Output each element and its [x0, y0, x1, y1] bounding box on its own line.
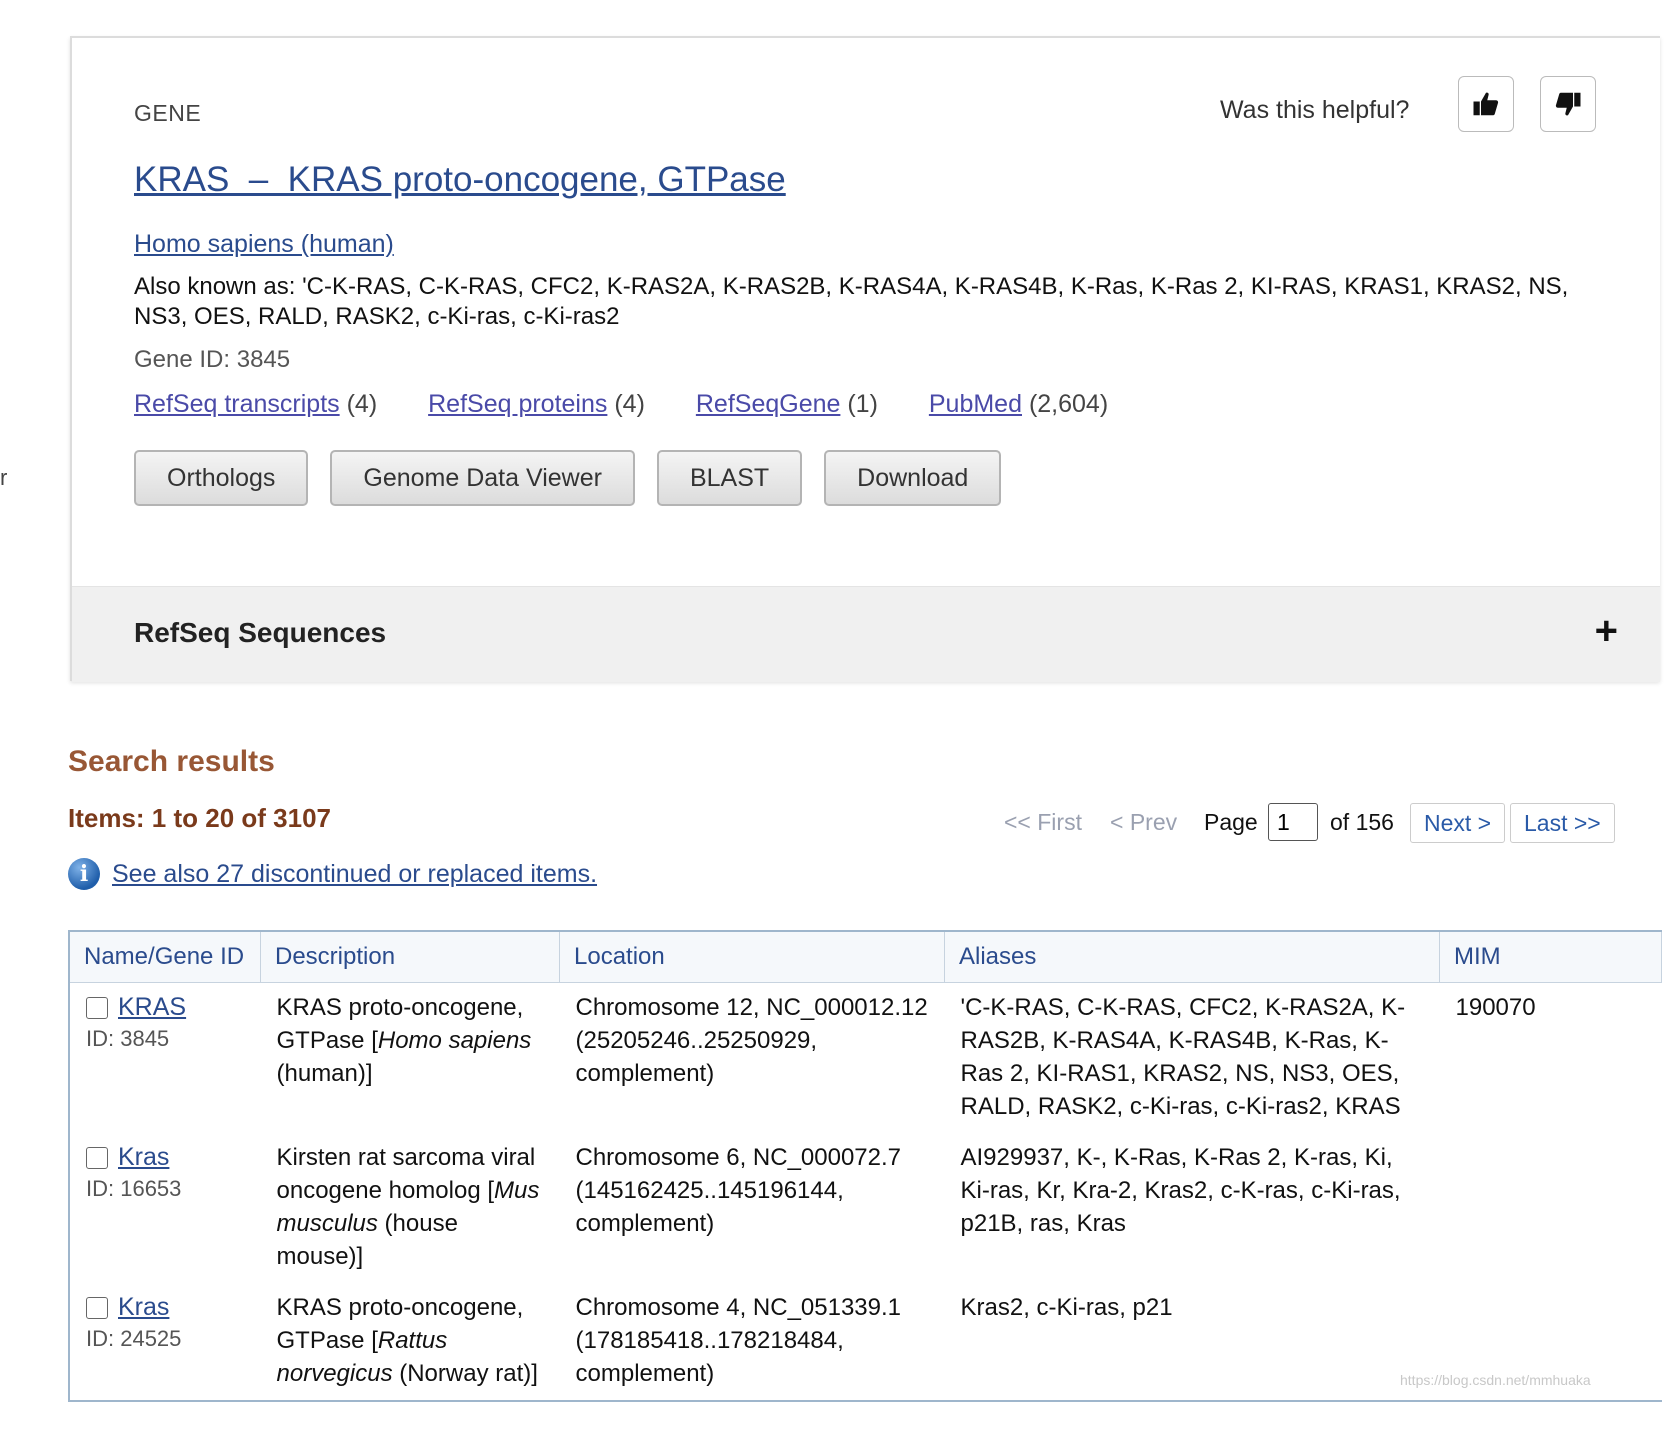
link-count: (1): [847, 390, 878, 418]
column-header-mim[interactable]: MIM: [1439, 931, 1662, 983]
name-cell: Kras ID: 24525: [69, 1283, 261, 1401]
location-cell: Chromosome 4, NC_051339.1 (178185418..17…: [575, 1294, 902, 1387]
next-page-button[interactable]: Next >: [1410, 803, 1506, 843]
refseq-sequences-section[interactable]: RefSeq Sequences +: [72, 586, 1660, 682]
row-checkbox[interactable]: [86, 1296, 108, 1319]
species-name: Homo sapiens: [377, 1027, 532, 1054]
common-name: (Norway rat)]: [392, 1360, 538, 1387]
refseq-transcripts-link[interactable]: RefSeq transcripts: [134, 390, 340, 418]
page-number-input[interactable]: [1268, 803, 1318, 841]
items-count: Items: 1 to 20 of 3107: [68, 803, 331, 833]
column-header-name[interactable]: Name/Gene ID: [69, 931, 261, 983]
discontinued-items-link[interactable]: See also 27 discontinued or replaced ite…: [112, 860, 597, 889]
see-also-notice: i See also 27 discontinued or replaced i…: [68, 858, 597, 890]
pubmed-item: PubMed (2,604): [929, 390, 1108, 419]
refseq-proteins-link[interactable]: RefSeq proteins: [428, 390, 607, 418]
gene-title-link[interactable]: KRAS – KRAS proto-oncogene, GTPase: [134, 160, 786, 200]
gene-label: GENE: [134, 100, 202, 126]
gene-action-buttons: Orthologs Genome Data Viewer BLAST Downl…: [134, 450, 1002, 506]
refseqgene-link[interactable]: RefSeqGene: [696, 390, 841, 418]
gene-id-text: ID: 24525: [86, 1326, 182, 1351]
refseqgene-item: RefSeqGene (1): [696, 390, 878, 419]
row-checkbox[interactable]: [86, 996, 108, 1019]
column-header-location[interactable]: Location: [559, 931, 945, 983]
description-cell: Kirsten rat sarcoma viral oncogene homol…: [261, 1133, 560, 1283]
genome-data-viewer-button[interactable]: Genome Data Viewer: [330, 450, 635, 506]
link-count: (2,604): [1028, 390, 1109, 418]
thumbs-up-button[interactable]: [1458, 76, 1514, 132]
helpful-prompt: Was this helpful?: [1220, 96, 1410, 124]
pubmed-link[interactable]: PubMed: [929, 390, 1022, 418]
gene-id-text: ID: 16653: [86, 1176, 182, 1201]
thumbs-down-icon: [1555, 92, 1581, 116]
name-line: Kras: [86, 1291, 245, 1324]
link-count: (4): [346, 390, 378, 418]
refseq-proteins-item: RefSeq proteins (4): [428, 390, 645, 419]
thumbs-up-icon: [1473, 92, 1499, 116]
watermark: https://blog.csdn.net/mmhuaka: [1400, 1372, 1591, 1388]
related-links: RefSeq transcripts (4) RefSeq proteins (…: [134, 390, 1152, 419]
row-checkbox[interactable]: [86, 1146, 108, 1169]
expand-plus-icon[interactable]: +: [1595, 611, 1618, 651]
page-label: Page: [1204, 809, 1258, 835]
common-name: (human)]: [276, 1060, 373, 1087]
refseq-sequences-title: RefSeq Sequences: [134, 617, 387, 648]
column-header-description[interactable]: Description: [260, 931, 560, 983]
edge-clipped-text: r: [0, 465, 8, 490]
location-cell: Chromosome 6, NC_000072.7 (145162425..14…: [575, 1144, 902, 1237]
prev-page-link[interactable]: < Prev: [1110, 809, 1177, 836]
aliases-cell: 'C-K-RAS, C-K-RAS, CFC2, K-RAS2A, K-RAS2…: [960, 994, 1406, 1120]
mim-cell: [1440, 1133, 1662, 1283]
location-cell: Chromosome 12, NC_000012.12 (25205246..2…: [575, 994, 928, 1087]
thumbs-down-button[interactable]: [1540, 76, 1596, 132]
page-total: of 156: [1330, 809, 1394, 835]
gene-summary-card: GENE Was this helpful? KRAS – KRAS proto…: [70, 36, 1660, 682]
name-line: Kras: [86, 1141, 245, 1174]
organism-link[interactable]: Homo sapiens (human): [134, 230, 394, 259]
last-page-button[interactable]: Last >>: [1510, 803, 1615, 843]
gene-id-text: ID: 3845: [86, 1026, 170, 1051]
gene-name-link[interactable]: Kras: [118, 1291, 169, 1324]
refseq-transcripts-item: RefSeq transcripts (4): [134, 390, 377, 419]
table-row: Kras ID: 16653 Kirsten rat sarcoma viral…: [69, 1133, 1662, 1283]
table-row: KRAS ID: 3845 KRAS proto-oncogene, GTPas…: [69, 983, 1662, 1134]
blast-button[interactable]: BLAST: [656, 450, 803, 506]
name-line: KRAS: [86, 991, 245, 1024]
aliases-cell: AI929937, K-, K-Ras, K-Ras 2, K-ras, Ki,…: [960, 1144, 1401, 1237]
gene-name-link[interactable]: Kras: [118, 1141, 169, 1174]
name-cell: Kras ID: 16653: [69, 1133, 261, 1283]
download-button[interactable]: Download: [824, 450, 1002, 506]
column-header-aliases[interactable]: Aliases: [944, 931, 1440, 983]
orthologs-button[interactable]: Orthologs: [134, 450, 309, 506]
table-header-row: Name/Gene ID Description Location Aliase…: [69, 931, 1662, 983]
search-results-heading: Search results: [68, 745, 275, 778]
first-page-link[interactable]: << First: [1004, 809, 1082, 836]
description-cell: KRAS proto-oncogene, GTPase [Homo sapien…: [261, 983, 560, 1134]
mim-cell: 190070: [1455, 994, 1536, 1021]
link-count: (4): [614, 390, 645, 418]
name-cell: KRAS ID: 3845: [69, 983, 261, 1134]
gene-id: Gene ID: 3845: [134, 346, 291, 373]
also-known-as: Also known as: 'C-K-RAS, C-K-RAS, CFC2, …: [134, 273, 1569, 330]
results-table: Name/Gene ID Description Location Aliase…: [68, 930, 1662, 1402]
gene-name-link[interactable]: KRAS: [118, 991, 186, 1024]
info-icon: i: [68, 858, 100, 890]
aliases-cell: Kras2, c-Ki-ras, p21: [960, 1294, 1173, 1321]
description-cell: KRAS proto-oncogene, GTPase [Rattus norv…: [261, 1283, 560, 1401]
